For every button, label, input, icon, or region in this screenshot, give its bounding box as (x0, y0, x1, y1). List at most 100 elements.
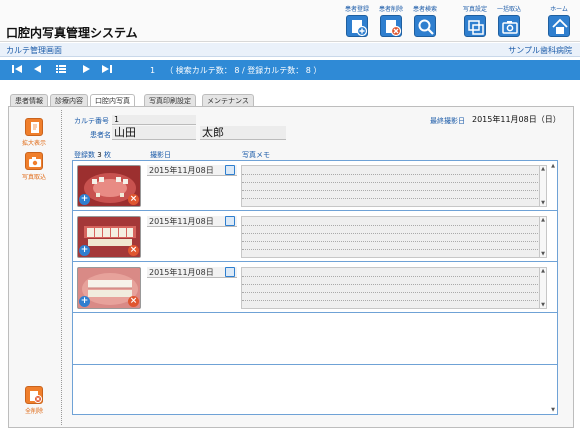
memo-rule (242, 233, 540, 234)
memo-rule (242, 190, 540, 191)
scroll-up-icon[interactable]: ▲ (540, 217, 546, 223)
patient-search-button[interactable]: 患者検索 (408, 6, 442, 40)
search-count-label: （ 検索カルテ数： (165, 66, 232, 75)
scroll-down-icon[interactable]: ▼ (540, 302, 546, 308)
scroll-down-icon[interactable]: ▼ (540, 200, 546, 206)
photo-settings-icon (464, 15, 486, 37)
shot-date-field[interactable]: 2015年11月08日 (147, 216, 237, 227)
enlarge-icon (25, 118, 43, 136)
memo-rule (242, 225, 540, 226)
clinic-name: サンプル歯科病院 (508, 46, 572, 55)
search-count: 8 (234, 66, 240, 75)
calendar-icon[interactable] (225, 165, 235, 175)
zoom-in-icon[interactable]: + (79, 194, 90, 205)
chart-number-label: カルテ番号 (74, 117, 109, 125)
photo-import-label: 写真取込 (21, 174, 46, 181)
memo-rule (242, 174, 540, 175)
photo-thumbnail[interactable]: + × (77, 267, 141, 309)
tab-patient-info[interactable]: 患者情報 (10, 94, 48, 106)
bulk-import-button[interactable]: 一括取込 (492, 6, 526, 40)
last-shot-date-label: 最終撮影日 (430, 117, 465, 125)
list-divider (73, 364, 557, 365)
patient-search-label: 患者検索 (412, 6, 437, 13)
patient-register-button[interactable]: 患者登録 (340, 6, 374, 40)
delete-photo-icon[interactable]: × (128, 194, 139, 205)
home-icon (548, 15, 570, 37)
photo-row[interactable]: + × 2015年11月08日 ▲ ▼ (73, 161, 557, 211)
camera-icon (25, 152, 43, 170)
delete-all-button[interactable]: 全削除 (20, 386, 48, 415)
sub-header: カルテ管理画面 サンプル歯科病院 (0, 43, 580, 57)
home-button[interactable]: ホーム (542, 6, 576, 40)
patient-delete-label: 患者削除 (378, 6, 403, 13)
photo-settings-label: 写真設定 (462, 6, 487, 13)
photo-list[interactable]: + × 2015年11月08日 ▲ ▼ + × 2015年11月08日 ▲ ▼ … (72, 160, 558, 415)
title-bar: 口腔内写真管理システム 患者登録 患者削除 患者検索 写真設定 一括取込 ホーム (0, 0, 580, 42)
patient-register-icon (346, 15, 368, 37)
zoom-in-icon[interactable]: + (79, 296, 90, 307)
memo-rule (242, 198, 540, 199)
scroll-up-icon[interactable]: ▲ (540, 268, 546, 274)
first-record-icon[interactable] (10, 63, 24, 77)
tab-maintenance[interactable]: メンテナンス (202, 94, 254, 106)
app-title: 口腔内写真管理システム (6, 26, 138, 40)
photo-thumbnail[interactable]: + × (77, 165, 141, 207)
photo-memo-field[interactable]: ▲ ▼ (241, 267, 547, 309)
shot-date-field[interactable]: 2015年11月08日 (147, 165, 237, 176)
bulk-import-icon (498, 15, 520, 37)
memo-rule (242, 249, 540, 250)
memo-rule (242, 276, 540, 277)
count-unit: 枚 (103, 151, 111, 159)
registered-count: 8 ） (305, 66, 322, 75)
scroll-up-icon[interactable]: ▲ (550, 163, 556, 169)
photo-thumbnail[interactable]: + × (77, 216, 141, 258)
delete-photo-icon[interactable]: × (128, 245, 139, 256)
photo-settings-button[interactable]: 写真設定 (458, 6, 492, 40)
photo-memo-field[interactable]: ▲ ▼ (241, 216, 547, 258)
screen-name: カルテ管理画面 (6, 46, 62, 55)
list-scrollbar[interactable]: ▲ ▼ (550, 163, 556, 413)
tab-treatment[interactable]: 診療内容 (50, 94, 88, 106)
patient-last-name-field[interactable]: 山田 (112, 126, 196, 140)
scroll-down-icon[interactable]: ▼ (550, 407, 556, 413)
delete-all-icon (25, 386, 43, 404)
photo-count: 3 (97, 151, 102, 159)
memo-scrollbar[interactable]: ▲ ▼ (539, 217, 546, 257)
chart-number-field[interactable]: 1 (112, 115, 196, 125)
record-navigation-bar: 1 （ 検索カルテ数： 8 / 登録カルテ数： 8 ） (0, 60, 580, 80)
patient-name-label: 患者名 (90, 131, 111, 139)
photo-count-label: 登録数 3 枚 (74, 150, 111, 160)
shot-date-field[interactable]: 2015年11月08日 (147, 267, 237, 278)
patient-delete-button[interactable]: 患者削除 (374, 6, 408, 40)
patient-delete-icon (380, 15, 402, 37)
zoom-in-icon[interactable]: + (79, 245, 90, 256)
scroll-up-icon[interactable]: ▲ (540, 166, 546, 172)
memo-scrollbar[interactable]: ▲ ▼ (539, 166, 546, 206)
home-label: ホーム (550, 6, 568, 13)
tab-print-settings[interactable]: 写真印刷設定 (144, 94, 196, 106)
count-label-text: 登録数 (74, 151, 95, 159)
memo-rule (242, 284, 540, 285)
list-icon[interactable] (54, 63, 68, 77)
delete-photo-icon[interactable]: × (128, 296, 139, 307)
photo-memo-field[interactable]: ▲ ▼ (241, 165, 547, 207)
enlarge-button[interactable]: 拡大表示 (20, 118, 48, 147)
memo-scrollbar[interactable]: ▲ ▼ (539, 268, 546, 308)
memo-rule (242, 292, 540, 293)
photo-import-button[interactable]: 写真取込 (20, 152, 48, 181)
record-index: 1 (150, 66, 156, 75)
last-shot-date: 2015年11月08日（日） (472, 115, 561, 124)
next-record-icon[interactable] (80, 63, 94, 77)
photo-row[interactable]: + × 2015年11月08日 ▲ ▼ (73, 263, 557, 313)
patient-first-name-field[interactable]: 太郎 (200, 126, 286, 140)
calendar-icon[interactable] (225, 267, 235, 277)
registered-count-label: / 登録カルテ数： (242, 66, 304, 75)
scroll-down-icon[interactable]: ▼ (540, 251, 546, 257)
previous-record-icon[interactable] (30, 63, 44, 77)
record-counter: 1 （ 検索カルテ数： 8 / 登録カルテ数： 8 ） (150, 65, 321, 76)
memo-rule (242, 241, 540, 242)
photo-row[interactable]: + × 2015年11月08日 ▲ ▼ (73, 212, 557, 262)
last-record-icon[interactable] (100, 63, 114, 77)
patient-register-label: 患者登録 (344, 6, 369, 13)
calendar-icon[interactable] (225, 216, 235, 226)
